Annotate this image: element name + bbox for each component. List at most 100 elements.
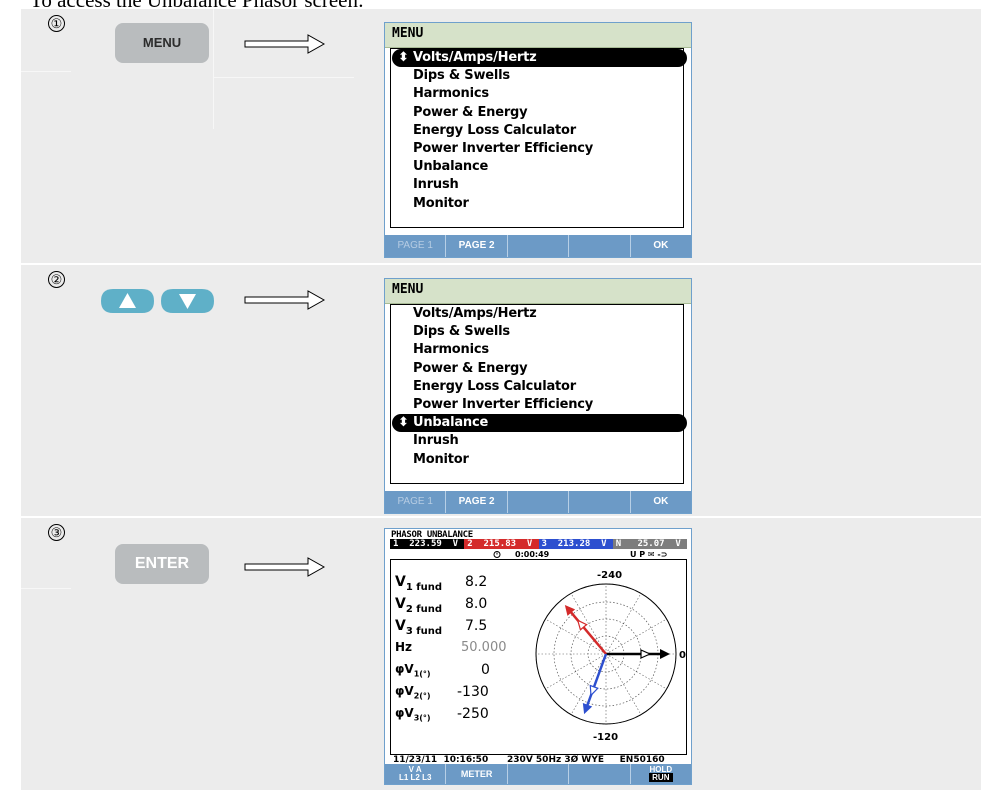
- phasor-v1-arrow: [606, 649, 670, 659]
- softkey-ok[interactable]: OK: [629, 491, 691, 513]
- menu-item[interactable]: Harmonics: [391, 341, 683, 359]
- menu-list: ⬍ Volts/Amps/Hertz Dips & Swells Harmonic…: [390, 48, 687, 228]
- softkey-page-2[interactable]: PAGE 2: [445, 235, 506, 257]
- softkey-blank[interactable]: [568, 491, 629, 513]
- menu-item[interactable]: Harmonics: [391, 85, 683, 103]
- softkey-blank[interactable]: [568, 764, 629, 784]
- softkey-ok[interactable]: OK: [629, 235, 691, 257]
- menu-item[interactable]: ⬍ Unbalance: [392, 414, 687, 433]
- up-down-arrows-icon: ⬍: [398, 415, 409, 431]
- reading-label: V1 fund: [395, 574, 443, 593]
- menu-item[interactable]: Inrush: [391, 432, 683, 450]
- reading-value: 7.5: [465, 618, 488, 634]
- menu-item[interactable]: Power Inverter Efficiency: [391, 396, 683, 414]
- channel-1-readout: 1 223.59 V: [390, 539, 465, 549]
- menu-title-bar: MENU: [385, 23, 691, 48]
- divider: [214, 77, 354, 78]
- polar-spoke: [605, 653, 667, 690]
- softkey-blank[interactable]: [506, 764, 568, 784]
- reading-label: V2 fund: [395, 596, 443, 615]
- divider: [21, 71, 71, 72]
- polar-spoke: [605, 653, 642, 715]
- step-3-panel: ③ ENTER PHASOR UNBALANCE 1 223.59 V 2 21…: [21, 518, 981, 790]
- softkey-blank[interactable]: [506, 491, 568, 513]
- reading-value: -130: [457, 684, 489, 700]
- right-arrow-icon: [244, 34, 326, 54]
- softkey-blank[interactable]: [568, 235, 629, 257]
- menu-item[interactable]: ⬍ Volts/Amps/Hertz: [392, 49, 687, 68]
- menu-item[interactable]: Dips & Swells: [391, 323, 683, 341]
- menu-item-label: Harmonics: [413, 86, 489, 102]
- menu-item-label: Inrush: [413, 433, 459, 449]
- reading-value: -250: [457, 706, 489, 722]
- polar-spoke: [605, 618, 667, 655]
- menu-item[interactable]: Monitor: [391, 451, 683, 469]
- step-2-panel: ② MENU Volts/Amps/Hertz Dips & Swells Ha…: [21, 265, 981, 516]
- menu-item-label: Unbalance: [413, 415, 489, 431]
- menu-item[interactable]: Unbalance: [391, 158, 683, 176]
- reading-label: Hz: [395, 640, 413, 654]
- menu-key-button[interactable]: MENU: [115, 23, 209, 63]
- menu-title: MENU: [392, 282, 424, 297]
- menu-item-label: Unbalance: [413, 159, 489, 175]
- menu-item-label: Harmonics: [413, 342, 489, 358]
- up-arrow-key-icon[interactable]: [100, 288, 155, 314]
- menu-item[interactable]: Power & Energy: [391, 360, 683, 378]
- softkey-select-phase[interactable]: V A L1 L2 L3: [385, 764, 445, 784]
- reading-label: V3 fund: [395, 618, 443, 637]
- phasor-diagram: -240 0 -120: [535, 570, 686, 743]
- device-menu-screen: MENU ⬍ Volts/Amps/Hertz Dips & Swells Har…: [384, 22, 692, 258]
- angle-label-right: 0: [679, 650, 686, 661]
- divider: [21, 588, 71, 589]
- menu-item[interactable]: Monitor: [391, 195, 683, 213]
- softkey-blank[interactable]: [506, 235, 568, 257]
- down-arrow-key-icon[interactable]: [160, 288, 215, 314]
- divider: [213, 9, 214, 129]
- status-icons: U P ✉ -⊃: [630, 550, 668, 559]
- menu-item[interactable]: Volts/Amps/Hertz: [391, 305, 683, 323]
- angle-label-top: -240: [597, 570, 622, 581]
- enter-key-button[interactable]: ENTER: [115, 544, 209, 584]
- menu-item-label: Power & Energy: [413, 360, 528, 376]
- menu-item[interactable]: Dips & Swells: [391, 67, 683, 85]
- menu-item[interactable]: Inrush: [391, 176, 683, 194]
- angle-label-bottom: -120: [593, 732, 618, 743]
- phasor-v2-arrow: [564, 604, 607, 655]
- channel-3-readout: 3 213.28 V: [538, 539, 613, 549]
- menu-item-label: Inrush: [413, 177, 459, 193]
- menu-item-label: Power Inverter Efficiency: [413, 140, 594, 156]
- menu-item-label: Dips & Swells: [413, 324, 510, 340]
- softkey-page-2[interactable]: PAGE 2: [445, 491, 506, 513]
- menu-title: MENU: [392, 26, 424, 41]
- step-number: ③: [48, 524, 65, 541]
- elapsed-time: 0:00:49: [515, 550, 550, 559]
- menu-list: Volts/Amps/Hertz Dips & Swells Harmonics…: [390, 304, 687, 484]
- softkey-page-1[interactable]: PAGE 1: [385, 491, 445, 513]
- reading-label: φV2(°): [395, 684, 431, 701]
- timer-icon: [493, 551, 501, 558]
- menu-item-label: Power & Energy: [413, 104, 528, 120]
- reading-value: 8.2: [465, 574, 488, 590]
- menu-item[interactable]: Energy Loss Calculator: [391, 122, 683, 140]
- reading-value: 8.0: [465, 596, 488, 612]
- reading-label: φV3(°): [395, 706, 431, 723]
- menu-item-label: Volts/Amps/Hertz: [413, 50, 537, 65]
- reading-label: φV1(°): [395, 662, 431, 679]
- right-arrow-icon: [244, 290, 326, 310]
- menu-item[interactable]: Energy Loss Calculator: [391, 378, 683, 396]
- menu-item[interactable]: Power & Energy: [391, 104, 683, 122]
- step-1-panel: ① MENU MENU ⬍ Volts/Amps/Hertz Dips & Swe…: [21, 9, 981, 263]
- softkey-page-1[interactable]: PAGE 1: [385, 235, 445, 257]
- softkey-hold-run[interactable]: HOLD RUN: [629, 764, 691, 784]
- menu-item-label: Volts/Amps/Hertz: [413, 306, 537, 321]
- channel-2-readout: 2 215.83 V: [464, 539, 539, 549]
- softkey-meter[interactable]: METER: [445, 764, 506, 784]
- reading-value: 0: [481, 662, 490, 678]
- channel-readout-bar: 1 223.59 V 2 215.83 V 3 213.28 V N 25.07…: [390, 539, 687, 549]
- reading-value: 50.000: [461, 640, 507, 655]
- device-menu-screen: MENU Volts/Amps/Hertz Dips & Swells Harm…: [384, 278, 692, 514]
- menu-item[interactable]: Power Inverter Efficiency: [391, 140, 683, 158]
- menu-item-label: Monitor: [413, 195, 469, 211]
- phasor-measurement-area: V1 fund 8.2 V2 fund 8.0 V3 fund 7.5 Hz 5…: [390, 559, 687, 755]
- menu-item-label: Energy Loss Calculator: [413, 122, 577, 138]
